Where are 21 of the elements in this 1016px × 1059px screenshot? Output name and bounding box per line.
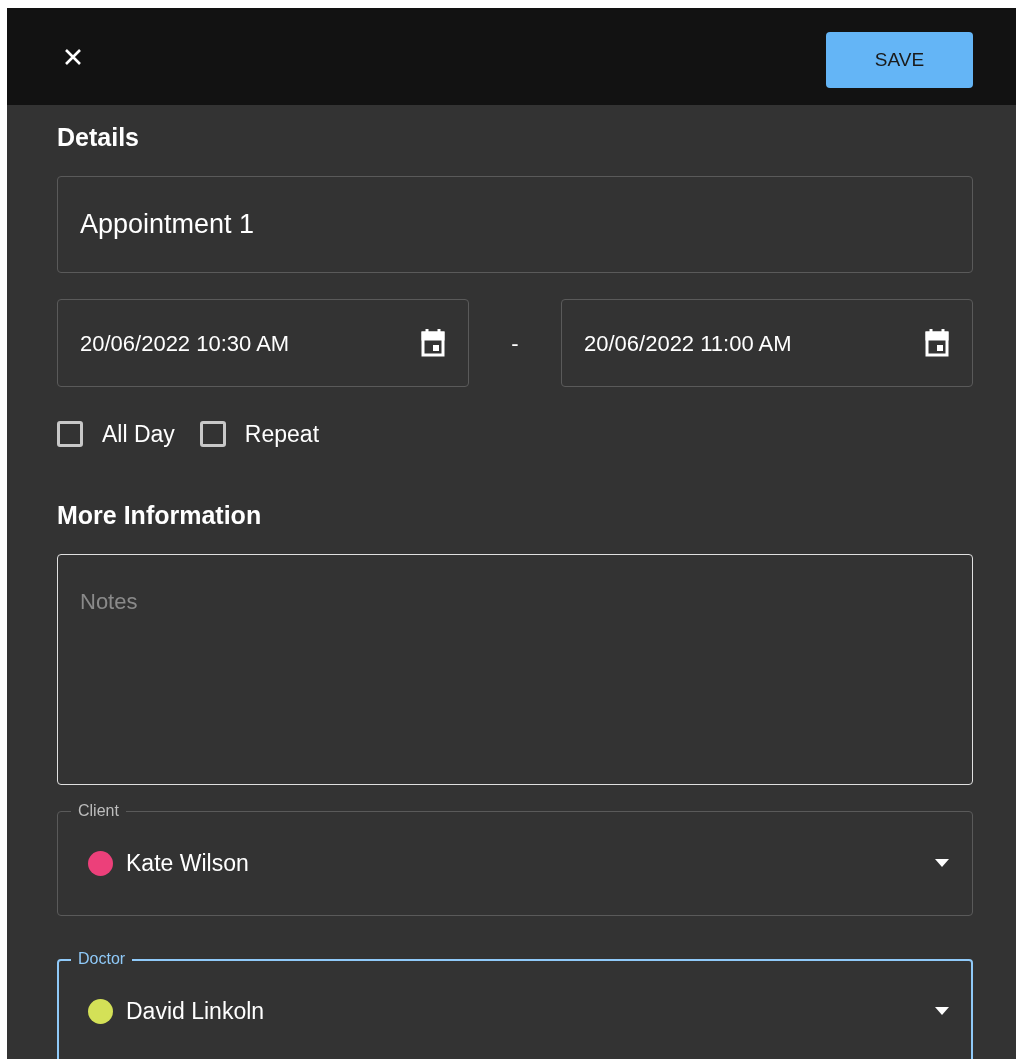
dropdown-icon[interactable] [935, 1007, 949, 1015]
notes-field[interactable]: Notes [57, 553, 973, 785]
checkbox[interactable] [199, 421, 226, 448]
date-text: 20/06/2022 10:30 AM [80, 329, 290, 358]
calendar-icon[interactable] [924, 328, 950, 358]
checkbox[interactable] [57, 421, 83, 448]
close-icon[interactable] [64, 47, 82, 66]
end-date-field[interactable]: 20/06/2022 11:00 AM [561, 299, 973, 387]
calendar-icon[interactable] [420, 328, 446, 358]
checkbox-label: All Day [102, 420, 175, 449]
date-separator: - [510, 329, 520, 358]
section-heading: Details [57, 122, 140, 152]
select-value: Kate Wilson [126, 848, 250, 878]
section-heading: More Information [57, 499, 263, 530]
checkbox-label: Repeat [244, 420, 320, 449]
dropdown-icon[interactable] [935, 859, 949, 867]
date-text: 20/06/2022 11:00 AM [584, 329, 792, 358]
select-value: David Linkoln [126, 996, 266, 1026]
save-button[interactable]: SAVE [826, 32, 973, 88]
start-date-field[interactable]: 20/06/2022 10:30 AM [57, 299, 469, 387]
title-field[interactable]: Appointment 1 [57, 176, 973, 273]
